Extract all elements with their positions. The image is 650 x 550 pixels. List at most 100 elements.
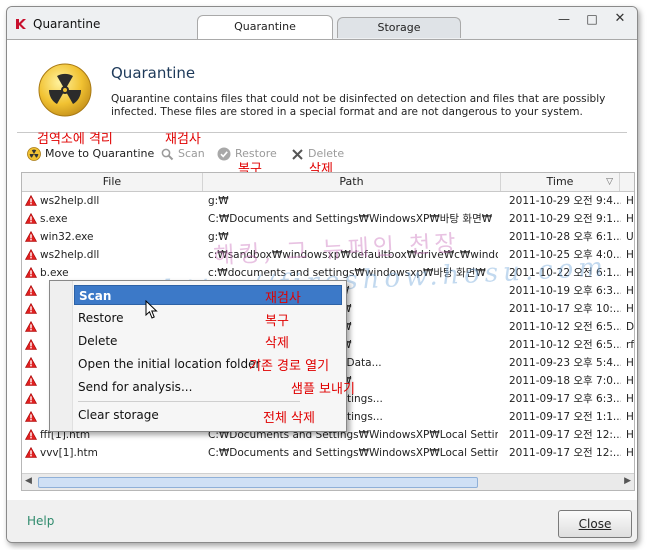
cell-extra: H xyxy=(626,267,634,279)
cell-time: 2011-09-17 오후 6:3... xyxy=(509,393,621,405)
column-path[interactable]: Path xyxy=(203,173,501,191)
horizontal-scrollbar[interactable]: ◀ ▶ xyxy=(22,473,634,490)
tab-storage[interactable]: Storage xyxy=(337,17,461,38)
annotation-menu-open: 기존 경로 열기 xyxy=(249,359,330,374)
delete-label: Delete xyxy=(308,147,345,160)
close-button[interactable]: Close xyxy=(558,510,632,538)
restore-check-icon xyxy=(217,147,231,161)
warning-icon xyxy=(24,446,38,461)
warning-icon xyxy=(24,338,38,353)
menu-item-scan[interactable]: Scan xyxy=(74,285,342,305)
tab-quarantine[interactable]: Quarantine xyxy=(197,15,333,40)
annotation-menu-clear: 전체 삭제 xyxy=(263,411,315,426)
warning-icon xyxy=(24,284,38,299)
warning-icon xyxy=(24,428,38,443)
scan-label: Scan xyxy=(178,147,205,160)
scroll-right-icon[interactable]: ▶ xyxy=(624,476,631,486)
move-to-quarantine-button[interactable]: Move to Quarantine xyxy=(27,146,154,162)
column-time-label: Time xyxy=(546,175,574,188)
table-header: File Path Time ▽ xyxy=(22,173,634,192)
annotation-menu-restore: 복구 xyxy=(265,314,289,329)
close-label: Close xyxy=(578,517,612,531)
scan-button[interactable]: Scan xyxy=(161,146,205,162)
cell-file: vvv[1].htm xyxy=(40,447,98,459)
menu-item-restore[interactable]: Restore xyxy=(74,308,342,328)
warning-icon xyxy=(24,410,38,425)
cell-time: 2011-09-18 오후 7:0... xyxy=(509,375,621,387)
warning-icon xyxy=(24,266,38,281)
cell-extra: H xyxy=(626,411,634,423)
close-window-button[interactable]: ✕ xyxy=(607,11,633,29)
help-link[interactable]: Help xyxy=(27,514,54,528)
cell-path: g:₩ xyxy=(208,195,229,207)
warning-icon xyxy=(24,356,38,371)
annotation-menu-send: 샘플 보내기 xyxy=(291,382,355,397)
menu-item-delete[interactable]: Delete xyxy=(74,331,342,351)
cell-time: 2011-10-17 오후 10:... xyxy=(509,303,621,315)
warning-icon xyxy=(24,212,38,227)
table-row[interactable]: s.exe C:₩Documents and Settings₩WindowsXP… xyxy=(22,210,634,228)
warning-icon xyxy=(24,374,38,389)
title-bar: Quarantine Quarantine Storage — □ ✕ xyxy=(7,7,637,40)
move-label: Move to Quarantine xyxy=(45,147,155,160)
column-file[interactable]: File xyxy=(22,173,203,191)
quarantine-window: Quarantine Quarantine Storage — □ ✕ Quar… xyxy=(6,6,638,543)
warning-icon xyxy=(24,194,38,209)
cell-time: 2011-10-28 오후 6:1... xyxy=(509,231,621,243)
page-heading: Quarantine xyxy=(111,64,196,82)
cell-file: win32.exe xyxy=(40,231,94,243)
page-description: Quarantine contains files that could not… xyxy=(111,93,606,118)
cell-file: ws2help.dll xyxy=(40,195,100,207)
delete-x-icon xyxy=(292,148,303,160)
mouse-cursor-icon xyxy=(145,300,158,319)
restore-button[interactable]: Restore xyxy=(217,146,277,162)
maximize-button[interactable]: □ xyxy=(579,11,605,29)
warning-icon xyxy=(24,230,38,245)
cell-time: 2011-09-17 오전 1:1... xyxy=(509,411,621,423)
column-time[interactable]: Time ▽ xyxy=(501,173,620,191)
sort-arrow-icon: ▽ xyxy=(606,177,613,187)
cell-time: 2011-10-12 오전 6:5... xyxy=(509,321,621,333)
main-content: Quarantine Quarantine contains files tha… xyxy=(7,39,637,500)
cell-time: 2011-09-23 오후 5:4... xyxy=(509,357,621,369)
warning-icon xyxy=(24,248,38,263)
warning-icon xyxy=(24,392,38,407)
radiation-hazard-icon xyxy=(38,63,92,117)
menu-icon-strip xyxy=(50,281,73,431)
radiation-icon xyxy=(27,147,41,161)
cell-file: s.exe xyxy=(40,213,68,225)
table-row[interactable]: vvv[1].htm C:₩Documents and Settings₩Wind… xyxy=(22,444,634,462)
cell-time: 2011-10-12 오전 6:5... xyxy=(509,339,621,351)
cell-extra: H xyxy=(626,447,634,459)
cell-extra: H xyxy=(626,429,634,441)
cell-extra: H xyxy=(626,213,634,225)
toolbar: Move to Quarantine Scan Restore Delete xyxy=(7,140,637,168)
scroll-left-icon[interactable]: ◀ xyxy=(25,476,32,486)
cell-extra: H xyxy=(626,303,634,315)
annotation-menu-scan: 재검사 xyxy=(265,291,301,306)
footer: Help Close xyxy=(7,500,637,542)
cell-extra: H xyxy=(626,393,634,405)
table-row[interactable]: ws2help.dll g:₩ 2011-10-29 오전 9:4... H xyxy=(22,192,634,210)
cell-extra: H xyxy=(626,357,634,369)
cell-extra: rf xyxy=(626,339,635,351)
window-title: Quarantine xyxy=(33,17,101,31)
cell-time: 2011-10-29 오전 9:4... xyxy=(509,195,621,207)
cell-time: 2011-10-29 오전 9:1... xyxy=(509,213,621,225)
restore-label: Restore xyxy=(235,147,277,160)
cell-time: 2011-09-17 오전 12:... xyxy=(509,447,621,459)
cell-file: ws2help.dll xyxy=(40,249,100,261)
cell-extra: H xyxy=(626,375,634,387)
kaspersky-logo-icon xyxy=(16,19,26,29)
annotation-menu-delete: 삭제 xyxy=(265,336,289,351)
cell-extra: H xyxy=(626,249,634,261)
menu-separator xyxy=(78,401,300,402)
cell-time: 2011-09-17 오전 12:... xyxy=(509,429,621,441)
scrollbar-thumb[interactable] xyxy=(38,477,478,488)
delete-button[interactable]: Delete xyxy=(291,146,344,162)
cell-extra: U xyxy=(626,231,634,243)
cell-extra: H xyxy=(626,195,634,207)
minimize-button[interactable]: — xyxy=(551,11,577,29)
warning-icon xyxy=(24,320,38,335)
cell-extra: D xyxy=(626,321,635,333)
